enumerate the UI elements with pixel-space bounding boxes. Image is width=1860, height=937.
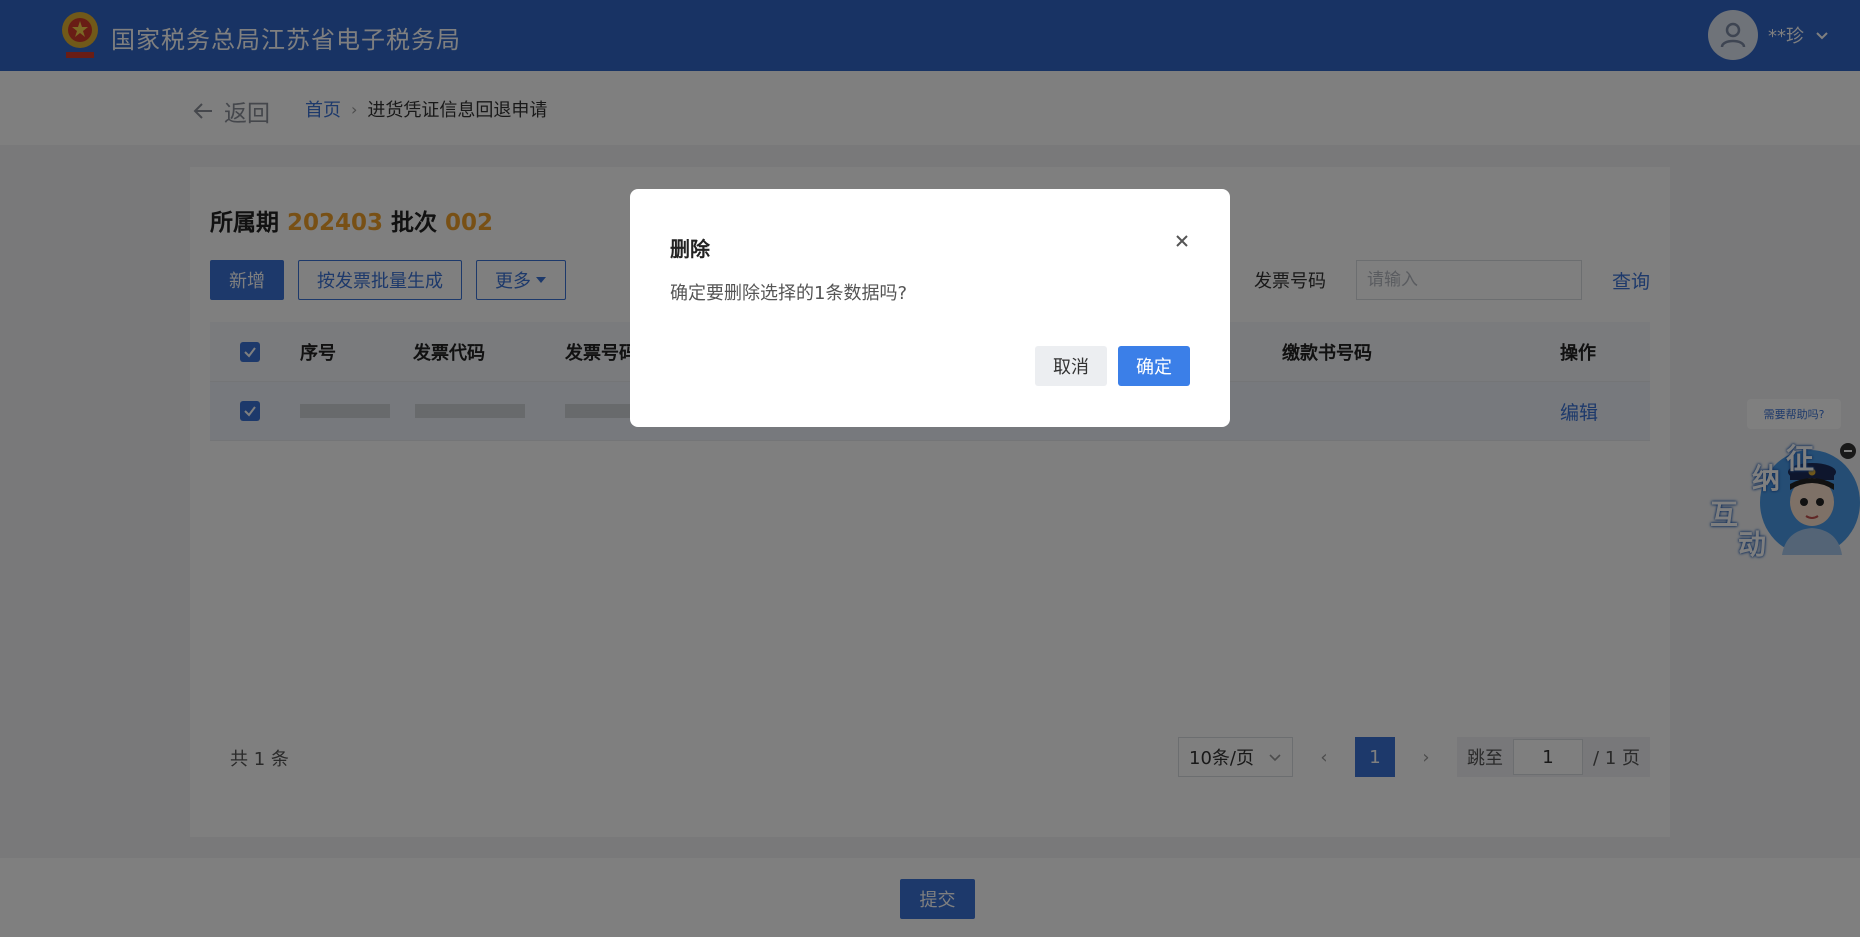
dialog-actions: 取消 确定 xyxy=(1035,346,1190,386)
dialog-message: 确定要删除选择的1条数据吗? xyxy=(670,283,908,304)
modal-overlay[interactable] xyxy=(0,0,1860,937)
close-icon[interactable] xyxy=(1170,229,1194,253)
dialog-title: 删除 xyxy=(670,237,710,261)
cancel-button[interactable]: 取消 xyxy=(1035,346,1107,386)
delete-confirm-dialog: 删除 确定要删除选择的1条数据吗? 取消 确定 xyxy=(630,189,1230,427)
confirm-button[interactable]: 确定 xyxy=(1118,346,1190,386)
